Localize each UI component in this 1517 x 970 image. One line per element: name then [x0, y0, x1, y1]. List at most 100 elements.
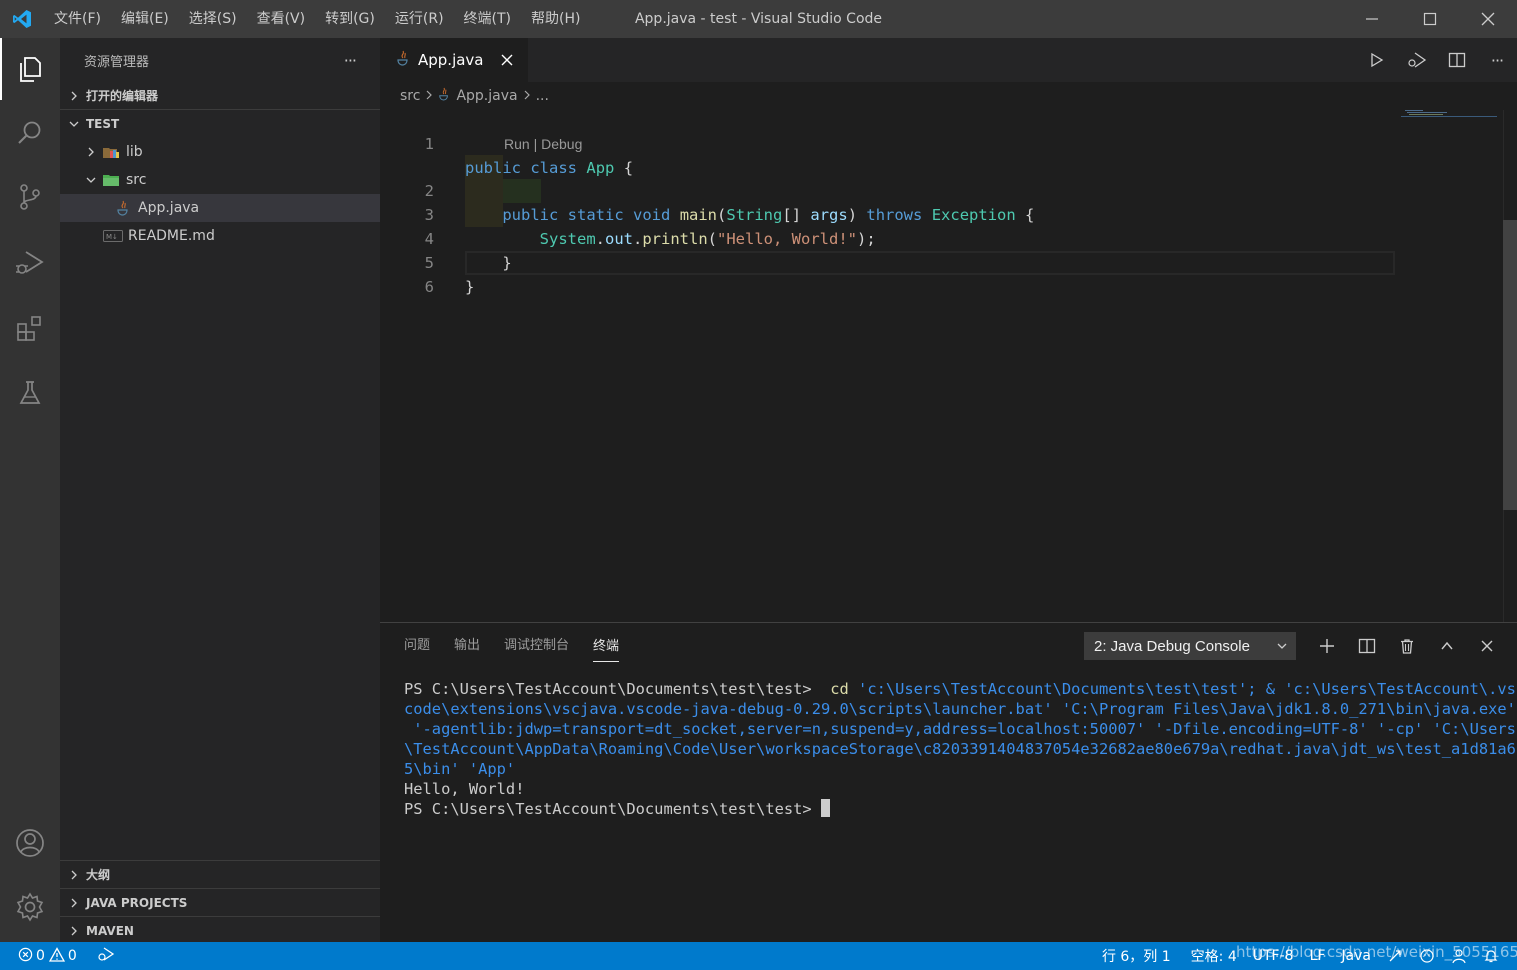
new-terminal-icon[interactable]: [1307, 623, 1347, 669]
language-mode[interactable]: Java: [1333, 942, 1379, 970]
outline-section[interactable]: 大纲: [60, 860, 380, 888]
accounts-icon[interactable]: [1443, 942, 1475, 970]
editor-scrollbar[interactable]: [1503, 110, 1517, 622]
terminal-line: \TestAccount\AppData\Roaming\Code\User\w…: [404, 740, 1516, 758]
code-line: 2 public static void main(String[] args)…: [380, 155, 1400, 224]
menu-file[interactable]: 文件(F): [44, 0, 111, 38]
tab-app-java[interactable]: App.java: [380, 38, 528, 82]
tree-item-label: README.md: [128, 228, 215, 244]
tree-item-readme[interactable]: M↓ README.md: [60, 222, 380, 250]
java-projects-section[interactable]: JAVA PROJECTS: [60, 888, 380, 916]
settings-gear-icon[interactable]: [0, 876, 60, 938]
menu-help[interactable]: 帮助(H): [521, 0, 590, 38]
tab-label: App.java: [418, 51, 484, 69]
menu-view[interactable]: 查看(V): [247, 0, 316, 38]
tree-item-label: src: [126, 172, 147, 188]
more-actions-icon[interactable]: ···: [1477, 38, 1517, 82]
tab-debug-console[interactable]: 调试控制台: [504, 623, 569, 669]
line-number: 6: [424, 278, 434, 296]
tab-problems[interactable]: 问题: [404, 623, 430, 669]
menu-go[interactable]: 转到(G): [315, 0, 385, 38]
tab-output[interactable]: 输出: [454, 623, 480, 669]
window-controls: [1343, 0, 1517, 38]
sidebar-bottom-sections: 大纲 JAVA PROJECTS MAVEN: [60, 860, 380, 944]
tree-item-lib[interactable]: lib: [60, 138, 380, 166]
chevron-right-icon: [68, 897, 84, 909]
tab-terminal[interactable]: 终端: [593, 632, 620, 662]
split-terminal-icon[interactable]: [1347, 623, 1387, 669]
search-icon[interactable]: [0, 102, 60, 164]
debug-code-icon[interactable]: [1397, 38, 1437, 82]
problems-status[interactable]: 0 0: [0, 942, 85, 970]
maximize-button[interactable]: [1401, 0, 1459, 38]
chevron-down-icon: [82, 174, 100, 186]
extensions-icon[interactable]: [0, 298, 60, 360]
testing-icon[interactable]: [0, 362, 60, 424]
terminal-cursor: [820, 799, 830, 817]
tree-item-label: lib: [126, 144, 143, 160]
tree-item-app-java[interactable]: App.java: [60, 194, 380, 222]
error-icon: [18, 947, 33, 966]
notifications-bell-icon[interactable]: [1475, 942, 1507, 970]
breadcrumb-file[interactable]: App.java: [456, 88, 517, 104]
feedback-icon[interactable]: [1411, 942, 1443, 970]
cursor-position[interactable]: 行 6，列 1: [1094, 942, 1179, 970]
chevron-right-icon: [68, 90, 84, 102]
error-count: 0: [36, 948, 45, 964]
run-debug-icon[interactable]: [0, 232, 60, 294]
account-icon[interactable]: [0, 812, 60, 874]
codelens-run-debug[interactable]: Run | Debug: [504, 136, 582, 152]
terminal-output[interactable]: PS C:\Users\TestAccount\Documents\test\t…: [404, 679, 1516, 819]
end-of-line[interactable]: LF: [1302, 942, 1334, 970]
terminal-line: 5\bin' 'App': [404, 760, 516, 778]
breadcrumb-src[interactable]: src: [400, 88, 420, 104]
breadcrumb-symbol[interactable]: ...: [536, 88, 549, 104]
more-actions-button[interactable]: ···: [344, 51, 357, 70]
breadcrumb: src App.java ...: [380, 82, 1517, 110]
menu-edit[interactable]: 编辑(E): [111, 0, 179, 38]
code-line: 3 System.out.println("Hello, World!");: [380, 179, 1400, 248]
src-folder-icon: [100, 172, 122, 188]
java-status-icon[interactable]: [1379, 942, 1411, 970]
terminal-line: '-agentlib:jdwp=transport=dt_socket,serv…: [404, 720, 1516, 738]
status-bar: 0 0 行 6，列 1 空格: 4 UTF-8 LF Java: [0, 942, 1517, 970]
vscode-logo-icon: [0, 0, 44, 38]
chevron-right-icon: [522, 88, 532, 104]
terminal-select[interactable]: 2: Java Debug Console: [1084, 632, 1296, 660]
java-file-icon: [396, 50, 410, 70]
library-folder-icon: [100, 144, 122, 160]
tree-item-src[interactable]: src: [60, 166, 380, 194]
code-line: 1 public class App {: [380, 108, 1400, 177]
kill-terminal-icon[interactable]: [1387, 623, 1427, 669]
workspace-label: TEST: [86, 117, 120, 131]
menu-run[interactable]: 运行(R): [385, 0, 454, 38]
menu-selection[interactable]: 选择(S): [179, 0, 247, 38]
panel-tabs: 问题 输出 调试控制台 终端: [404, 623, 643, 669]
minimize-button[interactable]: [1343, 0, 1401, 38]
terminal-line: Hello, World!: [404, 780, 525, 798]
encoding[interactable]: UTF-8: [1245, 942, 1302, 970]
menu-terminal[interactable]: 终端(T): [454, 0, 521, 38]
code-editor[interactable]: 1 public class App { Run | Debug 2 publi…: [380, 110, 1517, 622]
maven-section[interactable]: MAVEN: [60, 916, 380, 944]
indentation[interactable]: 空格: 4: [1183, 942, 1245, 970]
maximize-panel-icon[interactable]: [1427, 623, 1467, 669]
outline-label: 大纲: [86, 868, 111, 882]
warning-count: 0: [67, 948, 77, 964]
minimap[interactable]: [1401, 110, 1501, 120]
close-window-button[interactable]: [1459, 0, 1517, 38]
java-file-icon: [438, 87, 450, 105]
source-control-icon[interactable]: [0, 166, 60, 228]
status-bar-right: 行 6，列 1 空格: 4 UTF-8 LF Java: [1094, 942, 1507, 970]
debug-status[interactable]: [85, 942, 123, 970]
close-tab-icon[interactable]: [498, 51, 516, 69]
split-editor-icon[interactable]: [1437, 38, 1477, 82]
run-code-icon[interactable]: [1357, 38, 1397, 82]
scrollbar-thumb[interactable]: [1503, 220, 1517, 510]
terminal-line: PS C:\Users\TestAccount\Documents\test\t…: [404, 680, 1516, 698]
explorer-icon[interactable]: [0, 38, 60, 100]
explorer-sidebar: 资源管理器 ··· 打开的编辑器 TEST lib src App.java M…: [60, 38, 380, 942]
open-editors-section[interactable]: 打开的编辑器: [60, 82, 380, 110]
close-panel-icon[interactable]: [1467, 623, 1507, 669]
workspace-section[interactable]: TEST: [60, 110, 380, 138]
